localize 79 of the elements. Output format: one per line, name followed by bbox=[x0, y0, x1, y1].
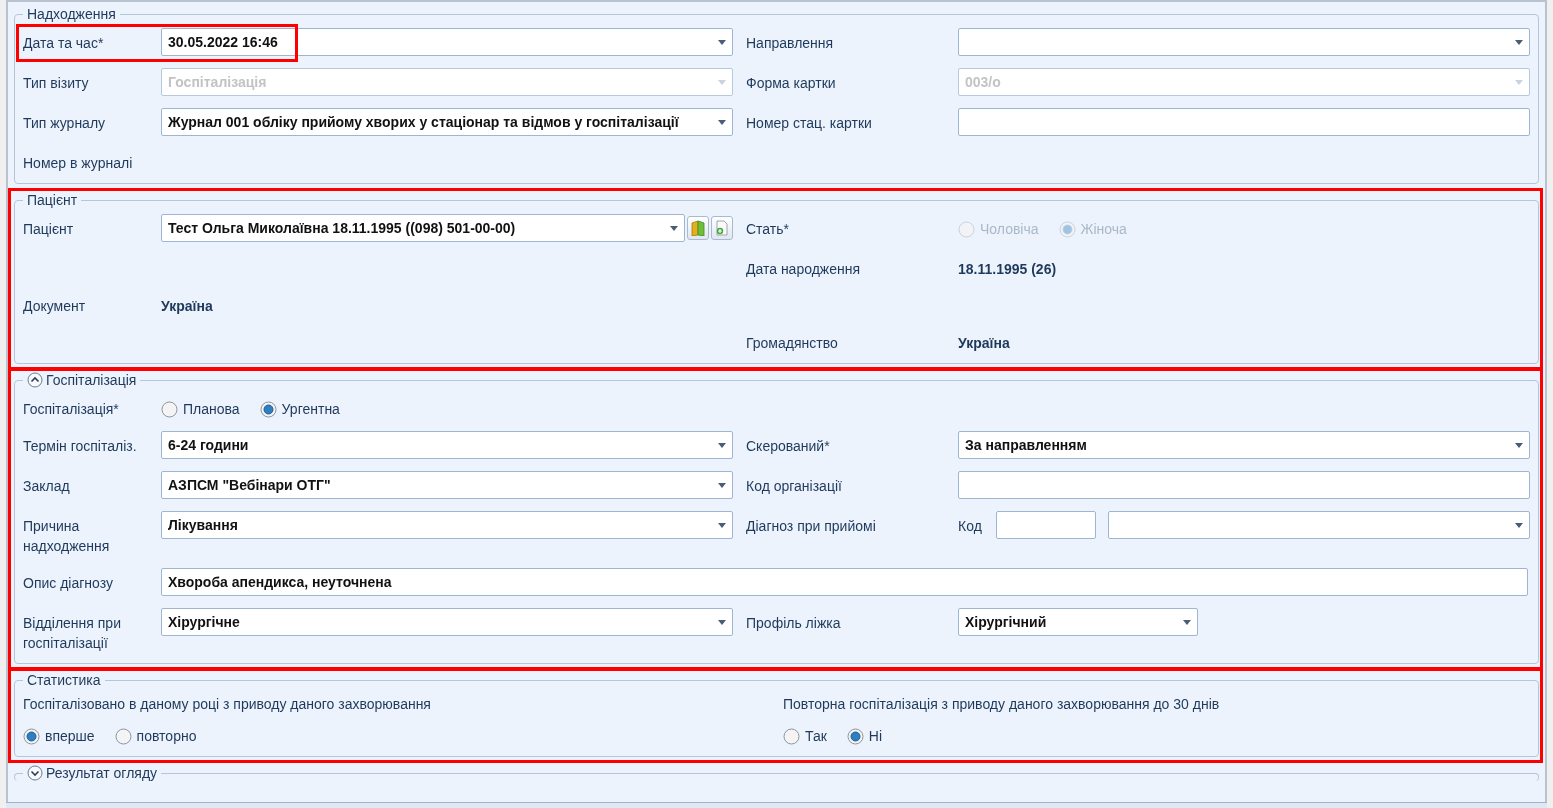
radio-label[interactable]: Планова bbox=[183, 399, 240, 419]
caret-icon bbox=[1515, 522, 1523, 528]
field-label: Профіль ліжка bbox=[746, 615, 841, 631]
radio-label[interactable]: повторно bbox=[136, 726, 197, 746]
radio-button[interactable] bbox=[259, 400, 277, 418]
dropdown-field[interactable]: Хірургічне bbox=[161, 608, 733, 636]
radio-button[interactable] bbox=[23, 727, 40, 745]
new-document-button[interactable] bbox=[711, 216, 733, 240]
field-value: 18.11.1995 (26) bbox=[958, 260, 1058, 279]
dropdown-field[interactable] bbox=[958, 28, 1530, 56]
field-label: Термін госпіталіз. bbox=[23, 438, 137, 454]
radio-button[interactable] bbox=[846, 727, 864, 745]
radio-button[interactable] bbox=[114, 727, 132, 745]
field-label: Дата народження bbox=[746, 261, 861, 277]
field-label: Пацієнт bbox=[23, 221, 74, 237]
caret-icon bbox=[718, 39, 726, 45]
input-field[interactable] bbox=[958, 471, 1530, 499]
field-label: Громадянство bbox=[746, 335, 838, 351]
caret-icon bbox=[1515, 39, 1523, 45]
field-label: Дата та час* bbox=[23, 35, 104, 51]
field-label: Код організації bbox=[746, 478, 842, 494]
radio-label[interactable]: Ургентна bbox=[281, 399, 340, 419]
field-label: Направлення bbox=[746, 35, 834, 51]
caret-icon bbox=[1515, 79, 1523, 85]
expand-icon[interactable] bbox=[27, 765, 43, 781]
caret-icon bbox=[718, 79, 726, 85]
section-title: Статистика bbox=[27, 672, 101, 688]
dropdown-field[interactable]: Журнал 001 обліку прийому хворих у стаціонар та відмов у госпіталізації bbox=[161, 108, 733, 136]
radio-button[interactable] bbox=[161, 400, 178, 418]
question-text: Повторна госпіталізація з приводу даного захворювання до 30 днів bbox=[783, 695, 1221, 714]
dropdown-field[interactable] bbox=[1108, 511, 1530, 539]
dropdown-field[interactable]: За направленням bbox=[958, 431, 1530, 459]
radio-label[interactable]: вперше bbox=[45, 726, 95, 746]
caret-icon bbox=[718, 119, 726, 125]
caret-icon bbox=[718, 619, 726, 625]
caret-icon bbox=[718, 442, 726, 448]
question-text: Госпіталізовано в даному році з приводу даного захворювання bbox=[23, 695, 432, 714]
input-field[interactable] bbox=[958, 108, 1530, 136]
dropdown-field[interactable]: 6-24 години bbox=[161, 431, 733, 459]
field-label: Тип візиту bbox=[23, 75, 89, 91]
book-button[interactable] bbox=[687, 216, 709, 240]
collapse-icon[interactable] bbox=[27, 372, 43, 388]
dropdown-field[interactable]: Лікування bbox=[161, 511, 733, 539]
book-icon bbox=[691, 220, 705, 236]
field-value: Україна bbox=[161, 297, 214, 316]
field-label: Код bbox=[958, 517, 983, 536]
dropdown-field[interactable]: АЗПСМ "Вебінари ОТГ" bbox=[161, 471, 733, 499]
dropdown-field[interactable]: Хірургічний bbox=[958, 608, 1198, 636]
section-title: Надходження bbox=[27, 6, 116, 22]
field-label: Тип журналу bbox=[23, 115, 106, 131]
field-label: Форма картки bbox=[746, 75, 836, 91]
field-label: Номер стац. картки bbox=[746, 115, 872, 131]
radio-button[interactable] bbox=[783, 727, 800, 745]
caret-icon bbox=[1515, 442, 1523, 448]
caret-icon bbox=[1183, 619, 1191, 625]
caret-icon bbox=[670, 225, 678, 231]
caret-icon bbox=[718, 522, 726, 528]
field-label: Номер в журналі bbox=[23, 155, 133, 171]
section-title: Пацієнт bbox=[27, 192, 78, 208]
field-value: Україна bbox=[958, 334, 1011, 353]
radio-label[interactable]: Ні bbox=[868, 726, 883, 746]
field-label: Опис діагнозу bbox=[23, 575, 113, 591]
dropdown-field[interactable]: 30.05.2022 16:46 bbox=[161, 28, 733, 56]
document-plus-icon bbox=[715, 220, 729, 236]
caret-icon bbox=[718, 482, 726, 488]
field-label: Стать* bbox=[746, 221, 789, 237]
field-label: Причина надходження bbox=[23, 518, 110, 554]
section-title: Результат огляду bbox=[46, 765, 158, 781]
section-title: Госпіталізація bbox=[46, 372, 137, 388]
field-label: Відділення при госпіталізації bbox=[23, 615, 121, 651]
input-field[interactable]: Хвороба апендикса, неуточнена bbox=[161, 568, 1528, 596]
field-label: Заклад bbox=[23, 478, 70, 494]
radio-label[interactable]: Так bbox=[805, 726, 827, 746]
field-label: Діагноз при прийомі bbox=[746, 518, 876, 534]
field-label: Скерований* bbox=[746, 438, 830, 454]
input-field[interactable] bbox=[996, 511, 1096, 539]
field-label: Документ bbox=[23, 298, 86, 314]
dropdown-field[interactable]: Тест Ольга Миколаївна 18.11.1995 ((098) 501-00-00) bbox=[161, 214, 685, 242]
field-label: Госпіталізація* bbox=[23, 401, 119, 417]
